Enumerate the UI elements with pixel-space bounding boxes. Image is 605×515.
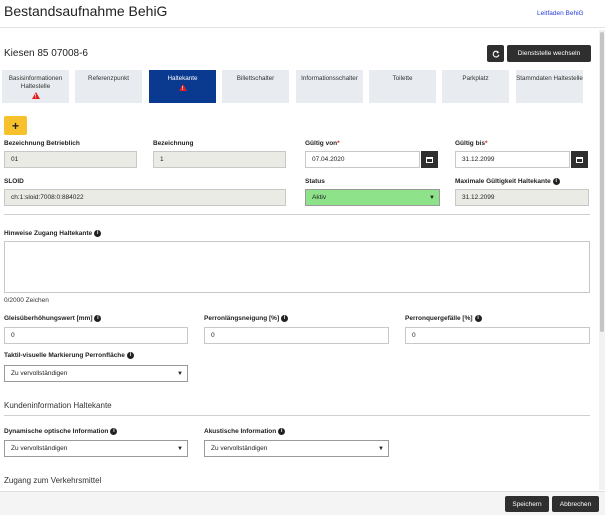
tab-label: Basisinformationen Haltestelle <box>8 75 63 90</box>
refresh-icon <box>492 50 499 58</box>
required-marker: * <box>484 140 488 147</box>
label-taktil: Taktil-visuelle Markierung Perronfläche i <box>4 352 134 359</box>
hinweise-label-text: Hinweise Zugang Haltekante <box>4 230 93 238</box>
status-value: Aktiv <box>312 194 327 201</box>
tab-parkplatz[interactable]: Parkplatz <box>442 70 509 103</box>
refresh-button[interactable] <box>487 45 504 62</box>
tab-label: Parkplatz <box>462 75 489 82</box>
divider <box>4 415 590 416</box>
akustisch-label-text: Akustische Information <box>204 428 277 436</box>
taktil-value: Zu vervollständigen <box>11 370 68 377</box>
tab-stammdaten[interactable]: Stammdaten Haltestelle <box>516 70 583 103</box>
section-title-zugang: Zugang zum Verkehrsmittel <box>4 476 102 485</box>
save-button[interactable]: Speichern <box>505 496 549 512</box>
perronquer-input[interactable]: 0 <box>405 327 590 344</box>
calendar-button-von[interactable] <box>421 151 438 168</box>
char-counter: 0/2000 Zeichen <box>4 297 49 304</box>
dyn-optisch-label-text: Dynamische optische Information <box>4 428 109 436</box>
change-station-button[interactable]: Dienststelle wechseln <box>507 45 591 62</box>
tab-label: Informationsschalter <box>301 75 358 82</box>
scrollbar-thumb[interactable] <box>600 32 604 332</box>
page-title: Bestandsaufnahme BehiG <box>4 3 168 19</box>
sloid-field[interactable]: ch:1:sloid:7008:0:884022 <box>4 189 286 206</box>
tab-label: Billettschalter <box>236 75 275 82</box>
perronlaengs-input[interactable]: 0 <box>204 327 389 344</box>
label-gueltig-bis: Gültig bis* <box>455 140 488 147</box>
gueltig-von-label-text: Gültig von <box>305 140 338 147</box>
chevron-down-icon: ▼ <box>177 370 183 377</box>
warning-icon <box>31 92 40 101</box>
cancel-button[interactable]: Abbrechen <box>552 496 599 512</box>
label-gleis: Gleisüberhöhungswert [mm] i <box>4 315 102 323</box>
divider <box>4 214 590 215</box>
calendar-icon <box>576 156 583 163</box>
label-hinweise: Hinweise Zugang Haltekante i <box>4 230 102 238</box>
tab-label: Toilette <box>392 75 413 82</box>
label-status: Status <box>305 178 325 185</box>
gueltig-von-input[interactable]: 07.04.2020 <box>305 151 420 168</box>
tab-label: Haltekante <box>167 75 198 82</box>
chevron-down-icon: ▼ <box>177 445 183 452</box>
bezeichnung-field[interactable]: 1 <box>153 151 286 168</box>
chevron-down-icon: ▼ <box>429 194 435 201</box>
label-max-gueltigkeit: Maximale Gültigkeit Haltekante i <box>455 178 560 185</box>
label-perronquer: Perronquergefälle [%] i <box>405 315 482 322</box>
bezeichnung-betrieblich-field[interactable]: 01 <box>4 151 137 168</box>
gueltig-bis-input[interactable]: 31.12.2099 <box>455 151 570 168</box>
akustisch-select[interactable]: Zu vervollständigen ▼ <box>204 440 389 457</box>
calendar-icon <box>426 156 433 163</box>
info-icon[interactable]: i <box>552 178 560 185</box>
gleis-label-text: Gleisüberhöhungswert [mm] <box>4 315 93 323</box>
warning-icon <box>178 84 187 93</box>
tab-referenzpunkt[interactable]: Referenzpunkt <box>75 70 142 103</box>
gueltig-bis-label-text: Gültig bis <box>455 140 485 147</box>
chevron-down-icon: ▼ <box>378 445 384 452</box>
info-icon[interactable]: i <box>110 428 118 435</box>
tab-informationsschalter[interactable]: Informationsschalter <box>296 70 363 103</box>
taktil-select[interactable]: Zu vervollständigen ▼ <box>4 365 188 382</box>
tab-basisinformationen[interactable]: Basisinformationen Haltestelle <box>2 70 69 103</box>
tab-toilette[interactable]: Toilette <box>369 70 436 103</box>
label-bezeichnung-betrieblich: Bezeichnung Betrieblich <box>4 140 80 147</box>
akustisch-value: Zu vervollständigen <box>211 445 268 452</box>
label-dyn-optisch: Dynamische optische Information i <box>4 428 118 436</box>
dyn-optisch-select[interactable]: Zu vervollständigen ▼ <box>4 440 188 457</box>
label-perronlaengs: Perronlängsneigung [%] i <box>204 315 289 323</box>
dyn-optisch-value: Zu vervollständigen <box>11 445 68 452</box>
status-select[interactable]: Aktiv ▼ <box>305 189 440 206</box>
info-icon[interactable]: i <box>126 352 134 359</box>
calendar-button-bis[interactable] <box>571 151 588 168</box>
tab-label: Referenzpunkt <box>88 75 129 82</box>
stop-name: Kiesen 85 07008-6 <box>4 48 88 59</box>
tab-haltekante[interactable]: Haltekante <box>149 70 216 103</box>
label-sloid: SLOID <box>4 178 24 185</box>
header-divider <box>0 27 605 28</box>
label-bezeichnung: Bezeichnung <box>153 140 194 147</box>
tab-label: Stammdaten Haltestelle <box>516 75 583 82</box>
perronquer-label-text: Perronquergefälle [%] <box>405 315 473 323</box>
section-title-kundeninformation: Kundeninformation Haltekante <box>4 401 112 410</box>
required-marker: * <box>337 140 340 147</box>
taktil-label-text: Taktil-visuelle Markierung Perronfläche <box>4 352 125 360</box>
info-icon[interactable]: i <box>281 315 289 322</box>
help-link[interactable]: Leitfaden BehiG <box>537 10 584 17</box>
hinweise-textarea[interactable] <box>4 241 590 293</box>
label-gueltig-von: Gültig von* <box>305 140 340 147</box>
max-gueltigkeit-field[interactable]: 31.12.2099 <box>455 189 589 206</box>
info-icon[interactable]: i <box>94 230 102 237</box>
label-akustisch: Akustische Information i <box>204 428 286 436</box>
info-icon[interactable]: i <box>474 315 482 322</box>
info-icon[interactable]: i <box>278 428 286 435</box>
info-icon[interactable]: i <box>94 315 102 322</box>
gleis-input[interactable]: 0 <box>4 327 188 344</box>
tab-billettschalter[interactable]: Billettschalter <box>222 70 289 103</box>
perronlaengs-label-text: Perronlängsneigung [%] <box>204 315 280 323</box>
add-button[interactable]: + <box>4 116 27 135</box>
max-gueltigkeit-label-text: Maximale Gültigkeit Haltekante <box>455 178 551 186</box>
